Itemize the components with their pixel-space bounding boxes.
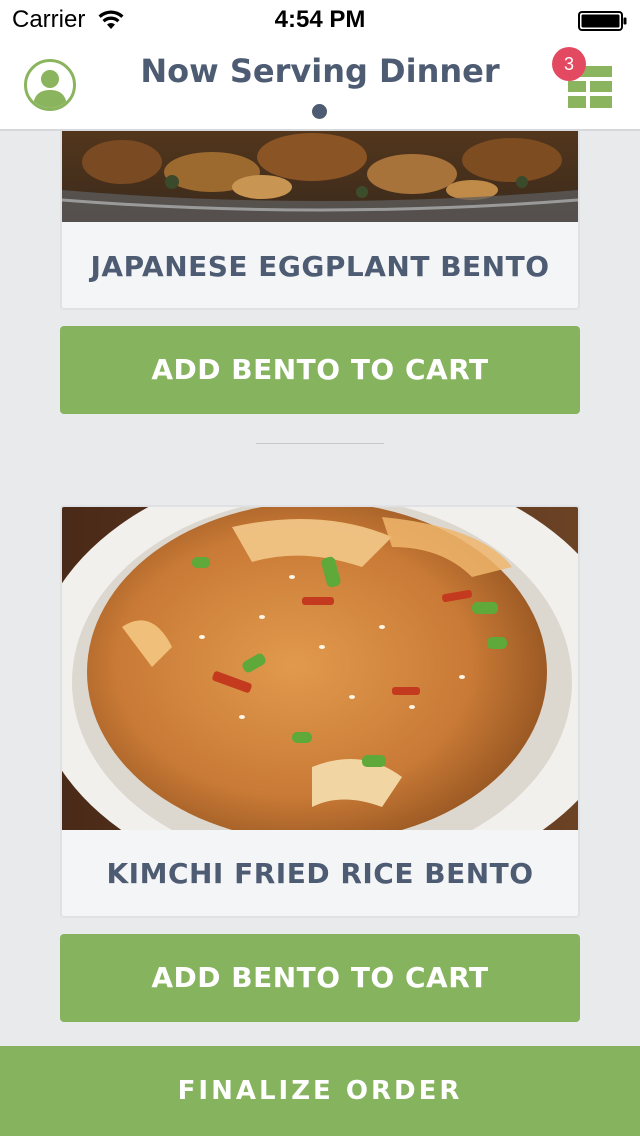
- section-divider: [256, 443, 384, 444]
- add-to-cart-button[interactable]: ADD BENTO TO CART: [60, 934, 580, 1022]
- cart-count-badge: 3: [552, 47, 586, 81]
- page-title: Now Serving Dinner: [140, 52, 500, 90]
- bento-card[interactable]: JAPANESE EGGPLANT BENTO: [60, 100, 580, 310]
- add-to-cart-button[interactable]: ADD BENTO TO CART: [60, 326, 580, 414]
- bento-card[interactable]: KIMCHI FRIED RICE BENTO: [60, 505, 580, 918]
- bento-name: KIMCHI FRIED RICE BENTO: [106, 857, 534, 890]
- page-indicator-dot: [312, 104, 327, 119]
- finalize-order-button[interactable]: FINALIZE ORDER: [0, 1046, 640, 1136]
- clock-time: 4:54 PM: [274, 6, 366, 33]
- bento-photo-kimchi-rice: [62, 507, 578, 830]
- nav-bar: Now Serving Dinner 3: [0, 40, 640, 131]
- battery-icon: [578, 11, 627, 31]
- status-bar: Carrier 4:54 PM: [0, 0, 640, 40]
- bento-name: JAPANESE EGGPLANT BENTO: [90, 250, 550, 283]
